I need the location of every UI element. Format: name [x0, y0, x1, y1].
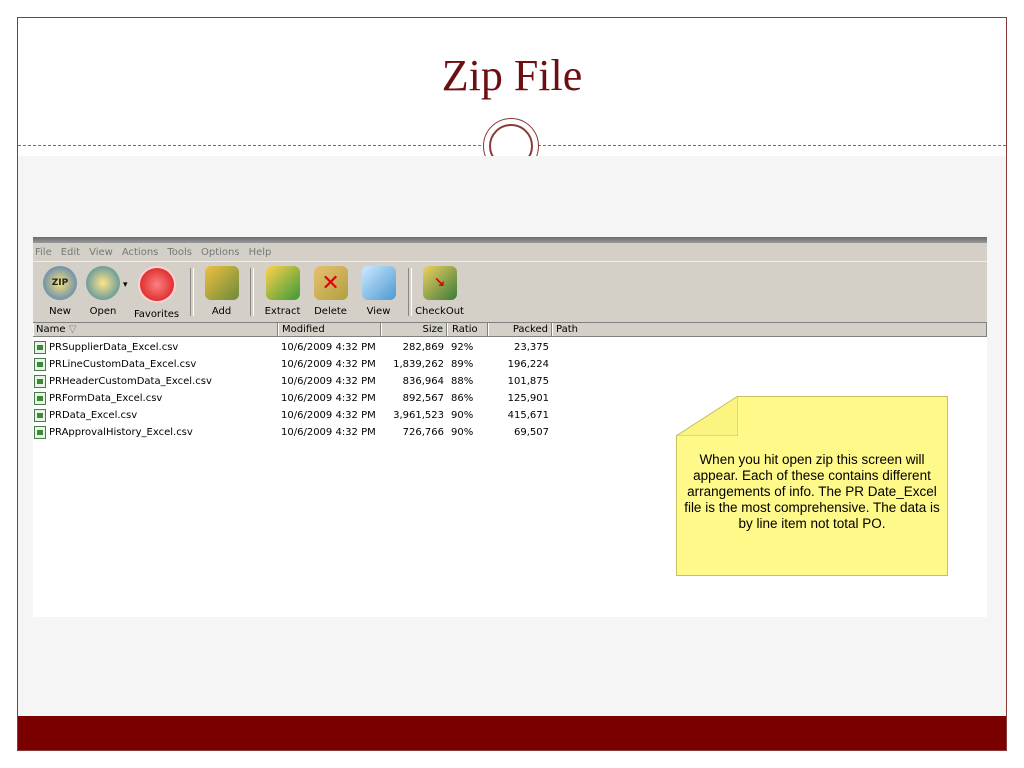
extract-button[interactable]: Extract [260, 262, 306, 320]
menu-bar: File Edit View Actions Tools Options Hel… [33, 243, 987, 261]
col-ratio-header[interactable]: Ratio [447, 323, 488, 336]
csv-file-icon [34, 341, 46, 354]
add-archive-icon [204, 266, 239, 300]
col-modified-header[interactable]: Modified [278, 323, 381, 336]
checkout-button[interactable]: ↘ CheckOut [415, 262, 464, 320]
toolbar-separator [407, 268, 412, 316]
view-glasses-icon [361, 266, 396, 300]
toolbar-separator [189, 268, 194, 316]
folder-open-icon [86, 266, 120, 300]
csv-file-icon [34, 392, 46, 405]
csv-file-icon [34, 358, 46, 371]
csv-file-icon [34, 375, 46, 388]
footer-bar [18, 716, 1006, 750]
menu-options[interactable]: Options [201, 247, 240, 258]
toolbar-separator [249, 268, 254, 316]
csv-file-icon [34, 409, 46, 422]
file-row[interactable]: PRLineCustomData_Excel.csv 10/6/2009 4:3… [33, 356, 987, 373]
csv-file-icon [34, 426, 46, 439]
col-path-header[interactable]: Path [552, 323, 987, 336]
col-name-header[interactable]: Name ▽ [33, 323, 278, 336]
file-row[interactable]: PRSupplierData_Excel.csv 10/6/2009 4:32 … [33, 339, 987, 356]
menu-edit[interactable]: Edit [61, 247, 80, 258]
col-size-header[interactable]: Size [381, 323, 447, 336]
menu-view[interactable]: View [89, 247, 113, 258]
open-button[interactable]: Open [83, 262, 123, 320]
file-row[interactable]: PRHeaderCustomData_Excel.csv 10/6/2009 4… [33, 373, 987, 390]
heart-favorites-icon [137, 266, 176, 303]
col-packed-header[interactable]: Packed [488, 323, 552, 336]
menu-actions[interactable]: Actions [122, 247, 159, 258]
sort-down-icon: ▽ [68, 324, 77, 335]
column-header: Name ▽ Modified Size Ratio Packed Path [33, 323, 987, 337]
delete-x-icon: ✕ [313, 266, 348, 300]
extract-folder-icon [265, 266, 300, 300]
menu-tools[interactable]: Tools [167, 247, 192, 258]
slide-title: Zip File [441, 51, 583, 100]
add-button[interactable]: Add [200, 262, 244, 320]
toolbar: ZIP New Open ▾ Favorites Add Extract ✕ D… [33, 261, 987, 323]
favorites-button[interactable]: Favorites [130, 262, 184, 320]
winzip-new-icon: ZIP [43, 266, 77, 300]
checkout-icon: ↘ [422, 266, 457, 300]
sticky-note-text: When you hit open zip this screen will a… [684, 452, 940, 531]
menu-file[interactable]: File [35, 247, 52, 258]
open-dropdown-arrow-icon[interactable]: ▾ [123, 280, 128, 290]
delete-button[interactable]: ✕ Delete [306, 262, 356, 320]
menu-help[interactable]: Help [249, 247, 272, 258]
view-button[interactable]: View [356, 262, 402, 320]
new-button[interactable]: ZIP New [37, 262, 83, 320]
sticky-note-fold [676, 396, 738, 436]
